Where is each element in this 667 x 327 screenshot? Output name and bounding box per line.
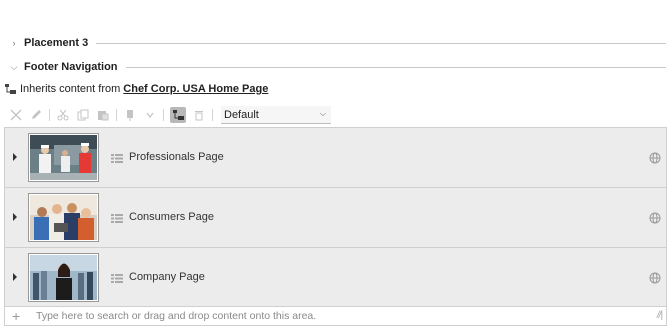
section-footer-navigation[interactable]: ⌵ Footer Navigation <box>0 59 667 75</box>
inherits-label: Inherits content from <box>20 83 121 95</box>
item-label[interactable]: Consumers Page <box>129 211 214 223</box>
inherit-icon <box>5 84 16 94</box>
close-icon[interactable] <box>9 108 23 122</box>
thumbnail-image <box>28 193 99 242</box>
section-divider <box>125 66 666 68</box>
insert-icon[interactable] <box>123 108 137 122</box>
expand-arrow-icon[interactable] <box>13 273 17 281</box>
page-icon <box>111 214 123 223</box>
resize-grip-icon[interactable]: //| <box>657 310 663 321</box>
item-label[interactable]: Professionals Page <box>129 151 224 163</box>
section-divider <box>96 42 666 44</box>
globe-icon[interactable] <box>649 152 661 164</box>
globe-icon[interactable] <box>649 212 661 224</box>
toolbar-separator <box>212 109 213 121</box>
thumbnail-image <box>28 253 99 302</box>
plus-icon[interactable]: + <box>12 308 26 324</box>
add-content-row: + //| <box>4 306 667 326</box>
chevron-down-icon[interactable]: ⌵ <box>9 62 19 73</box>
content-list: Professionals Page Consumers Page Compan… <box>4 127 667 307</box>
list-item[interactable]: Consumers Page <box>4 187 667 247</box>
display-mode-select[interactable]: Default ⌵ <box>221 106 331 124</box>
toolbar-separator <box>49 109 50 121</box>
copy-icon[interactable] <box>76 108 90 122</box>
section-title: Footer Navigation <box>24 61 118 73</box>
globe-icon[interactable] <box>649 272 661 284</box>
chevron-down-icon[interactable] <box>143 108 157 122</box>
paste-icon[interactable] <box>96 108 110 122</box>
edit-icon[interactable] <box>29 108 43 122</box>
page-icon <box>111 274 123 283</box>
section-placement-3[interactable]: › Placement 3 <box>0 35 667 51</box>
expand-arrow-icon[interactable] <box>13 153 17 161</box>
chevron-right-icon[interactable]: › <box>9 38 19 48</box>
chevron-down-icon: ⌵ <box>319 109 326 118</box>
cut-icon[interactable] <box>56 108 70 122</box>
page-icon <box>111 154 123 163</box>
thumbnail-image <box>28 133 99 182</box>
list-item[interactable]: Company Page <box>4 247 667 307</box>
search-input[interactable] <box>36 309 596 322</box>
toolbar-separator <box>163 109 164 121</box>
delete-icon[interactable] <box>192 108 206 122</box>
item-label[interactable]: Company Page <box>129 271 205 283</box>
toolbar-separator <box>116 109 117 121</box>
display-mode-value: Default <box>224 108 259 121</box>
list-item[interactable]: Professionals Page <box>4 127 667 187</box>
expand-arrow-icon[interactable] <box>13 213 17 221</box>
inherits-content-row: Inherits content from Chef Corp. USA Hom… <box>5 81 268 97</box>
toolbar: Default ⌵ <box>9 106 331 124</box>
section-title: Placement 3 <box>24 37 89 49</box>
inherit-icon[interactable] <box>170 107 186 123</box>
inherits-source-link[interactable]: Chef Corp. USA Home Page <box>123 83 268 95</box>
